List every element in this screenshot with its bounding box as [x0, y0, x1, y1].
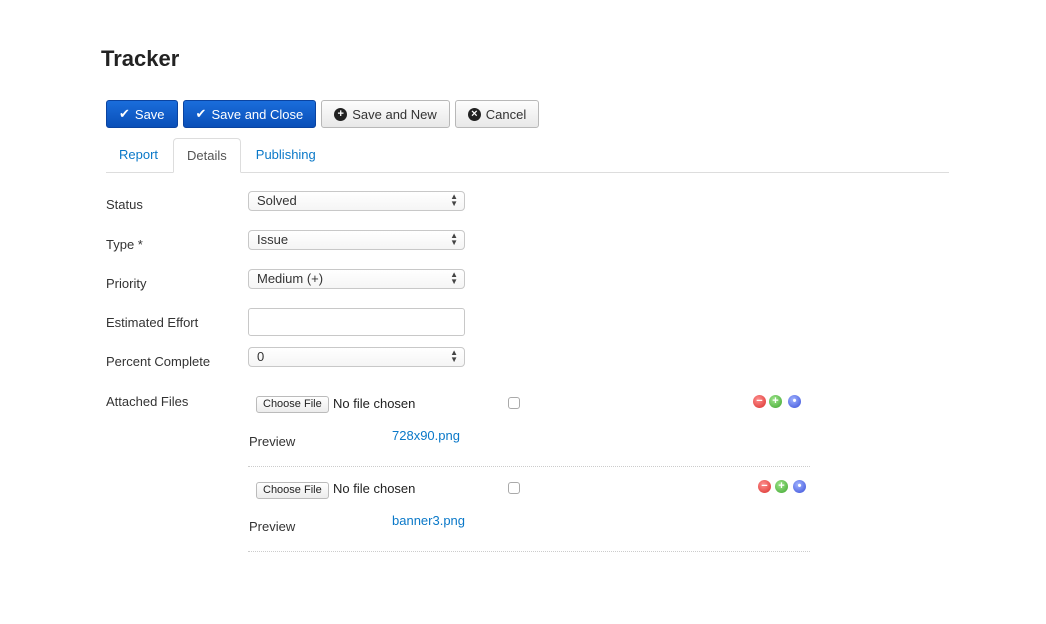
- preview-label: Preview: [249, 519, 296, 534]
- add-icon[interactable]: +: [769, 395, 782, 408]
- priority-select[interactable]: Medium (+) ▲ ▼: [248, 269, 465, 289]
- preview-label: Preview: [249, 434, 296, 449]
- x-circle-icon: ×: [467, 107, 481, 121]
- percent-complete-select[interactable]: 0 ▲ ▼: [248, 347, 465, 367]
- attachment-checkbox[interactable]: [508, 482, 520, 494]
- file-status: No file chosen: [333, 396, 416, 411]
- status-label: Status: [106, 197, 143, 212]
- priority-label: Priority: [106, 276, 147, 291]
- cancel-label: Cancel: [485, 106, 527, 122]
- type-select[interactable]: Issue ▲ ▼: [248, 230, 465, 250]
- tab-publishing[interactable]: Publishing: [243, 138, 329, 173]
- select-arrows-icon: ▲ ▼: [450, 348, 458, 364]
- type-label: Type *: [106, 237, 143, 252]
- remove-icon[interactable]: −: [758, 480, 771, 493]
- save-and-close-label: Save and Close: [211, 106, 304, 122]
- check-icon: ✔: [195, 106, 207, 121]
- save-and-new-label: Save and New: [352, 106, 437, 122]
- save-button[interactable]: ✔ Save: [106, 100, 178, 128]
- file-link[interactable]: 728x90.png: [392, 428, 460, 443]
- tab-report[interactable]: Report: [106, 138, 171, 173]
- file-link[interactable]: banner3.png: [392, 513, 465, 528]
- move-icon[interactable]: •: [793, 480, 806, 493]
- toolbar: ✔ Save ✔ Save and Close + Save and New ×…: [106, 100, 540, 128]
- tab-details[interactable]: Details: [173, 138, 241, 173]
- status-value: Solved: [257, 193, 297, 208]
- status-select[interactable]: Solved ▲ ▼: [248, 191, 465, 211]
- file-status: No file chosen: [333, 481, 416, 496]
- type-value: Issue: [257, 232, 289, 247]
- check-icon: ✔: [119, 106, 130, 121]
- choose-file-button[interactable]: Choose File: [256, 482, 329, 499]
- percent-complete-label: Percent Complete: [106, 354, 211, 369]
- select-arrows-icon: ▲ ▼: [450, 192, 458, 208]
- plus-circle-icon: +: [334, 107, 348, 121]
- page-title: Tracker: [101, 46, 180, 71]
- priority-value: Medium (+): [257, 271, 324, 286]
- divider: [248, 551, 810, 552]
- estimated-effort-label: Estimated Effort: [106, 315, 199, 330]
- select-arrows-icon: ▲ ▼: [450, 270, 458, 286]
- select-arrows-icon: ▲ ▼: [450, 231, 458, 247]
- move-icon[interactable]: •: [788, 395, 801, 408]
- choose-file-button[interactable]: Choose File: [256, 396, 329, 413]
- save-label: Save: [134, 106, 165, 122]
- remove-icon[interactable]: −: [753, 395, 766, 408]
- estimated-effort-input[interactable]: [248, 308, 465, 336]
- attached-files-label: Attached Files: [106, 394, 189, 409]
- add-icon[interactable]: +: [775, 480, 788, 493]
- attachment-checkbox[interactable]: [508, 397, 520, 409]
- cancel-button[interactable]: × Cancel: [454, 100, 540, 128]
- tab-bar: Report Details Publishing: [106, 138, 949, 173]
- save-and-close-button[interactable]: ✔ Save and Close: [182, 100, 317, 128]
- save-and-new-button[interactable]: + Save and New: [321, 100, 450, 128]
- divider: [248, 466, 810, 467]
- percent-complete-value: 0: [257, 349, 265, 364]
